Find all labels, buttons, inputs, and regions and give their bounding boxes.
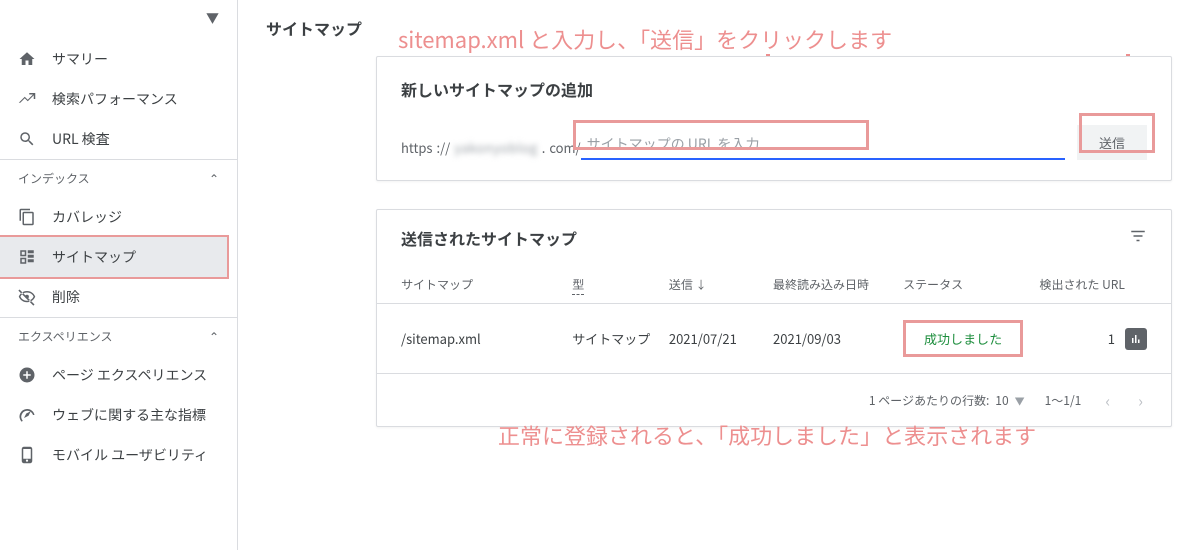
sidebar-section-index[interactable]: インデックス ⌃ — [0, 159, 237, 197]
col-sitemap[interactable]: サイトマップ — [377, 266, 572, 304]
sidebar-item-removals[interactable]: 削除 — [0, 277, 237, 317]
sitemaps-table: サイトマップ 型 送信 ↓ 最終読み込み日時 ステータス 検出された URL /… — [377, 266, 1171, 373]
next-page-button[interactable]: › — [1134, 388, 1147, 412]
plus-circle-icon — [18, 366, 36, 384]
sitemap-url-input[interactable] — [581, 130, 1065, 160]
submitted-sitemaps-card: 送信されたサイトマップ サイトマップ 型 送信 ↓ 最終読み込み日時 ステータス… — [376, 209, 1172, 427]
sidebar-item-mobile-usability[interactable]: モバイル ユーザビリティ — [0, 435, 237, 475]
chevron-up-icon: ⌃ — [209, 328, 219, 345]
sort-desc-icon: ↓ — [696, 277, 707, 293]
sidebar-item-label: カバレッジ — [52, 207, 122, 227]
sidebar-item-page-experience[interactable]: ページ エクスペリエンス — [0, 355, 237, 395]
add-sitemap-card: 新しいサイトマップの追加 https://yakonyoblog.com/ 送信 — [376, 56, 1172, 181]
prev-page-button[interactable]: ‹ — [1101, 388, 1114, 412]
card-title: 新しいサイトマップの追加 — [401, 77, 1147, 101]
section-label: エクスペリエンス — [18, 328, 113, 345]
url-prefix: https://yakonyoblog.com/ — [401, 138, 581, 160]
sidebar-item-label: 検索パフォーマンス — [52, 89, 178, 109]
cell-sitemap: /sitemap.xml — [377, 304, 572, 374]
sidebar-item-label: サイトマップ — [52, 247, 136, 267]
sidebar-item-label: サマリー — [52, 49, 108, 69]
submit-button[interactable]: 送信 — [1077, 125, 1147, 160]
sidebar-item-label: ウェブに関する主な指標 — [52, 405, 206, 425]
cell-url-count: 1 — [1031, 304, 1125, 374]
cell-status: 成功しました — [903, 304, 1031, 374]
sidebar-item-label: ページ エクスペリエンス — [52, 365, 207, 385]
sidebar-item-coverage[interactable]: カバレッジ — [0, 197, 237, 237]
col-status[interactable]: ステータス — [903, 266, 1031, 304]
chevron-up-icon: ⌃ — [209, 170, 219, 187]
col-urls[interactable]: 検出された URL — [1031, 266, 1125, 304]
chevron-down-icon: ▼ — [206, 8, 219, 27]
chart-button[interactable] — [1125, 328, 1147, 350]
mobile-icon — [18, 446, 36, 464]
gauge-icon — [18, 406, 36, 424]
eye-off-icon — [18, 288, 36, 306]
home-icon — [18, 50, 36, 68]
pagination: 1 ページあたりの行数: 10 ▼ 1～1/1 ‹ › — [377, 373, 1171, 426]
property-selector[interactable]: ▼ — [0, 4, 237, 39]
col-type[interactable]: 型 — [572, 266, 669, 304]
sitemap-icon — [18, 248, 36, 266]
cell-sent: 2021/07/21 — [669, 304, 773, 374]
sidebar-item-summary[interactable]: サマリー — [0, 39, 237, 79]
sidebar-item-label: URL 検査 — [52, 129, 110, 149]
copy-icon — [18, 208, 36, 226]
cell-lastread: 2021/09/03 — [773, 304, 903, 374]
chevron-down-icon[interactable]: ▼ — [1015, 393, 1025, 408]
main-content: サイトマップ sitemap.xml と入力し、「送信」をクリックします 新しい… — [238, 0, 1200, 550]
page-range: 1～1/1 — [1045, 392, 1082, 409]
cell-type: サイトマップ — [572, 304, 669, 374]
rows-per-page-value[interactable]: 10 — [995, 392, 1008, 409]
table-row[interactable]: /sitemap.xml サイトマップ 2021/07/21 2021/09/0… — [377, 304, 1171, 374]
sidebar-item-label: 削除 — [52, 287, 80, 307]
col-sent[interactable]: 送信 ↓ — [669, 266, 773, 304]
card-title: 送信されたサイトマップ — [401, 226, 577, 250]
sidebar-section-experience[interactable]: エクスペリエンス ⌃ — [0, 317, 237, 355]
sidebar-item-url-inspect[interactable]: URL 検査 — [0, 119, 237, 159]
rows-per-page-label: 1 ページあたりの行数: — [869, 392, 989, 409]
sidebar-item-web-vitals[interactable]: ウェブに関する主な指標 — [0, 395, 237, 435]
sidebar-item-sitemaps[interactable]: サイトマップ — [0, 237, 227, 277]
sidebar-item-performance[interactable]: 検索パフォーマンス — [0, 79, 237, 119]
filter-icon[interactable] — [1129, 226, 1147, 250]
search-icon — [18, 130, 36, 148]
sidebar-item-label: モバイル ユーザビリティ — [52, 445, 208, 465]
section-label: インデックス — [18, 170, 90, 187]
sidebar: ▼ サマリー 検索パフォーマンス URL 検査 インデックス ⌃ カバレッジ サ… — [0, 0, 238, 550]
page-title: サイトマップ — [266, 10, 1182, 56]
trend-icon — [18, 90, 36, 108]
col-lastread[interactable]: 最終読み込み日時 — [773, 266, 903, 304]
